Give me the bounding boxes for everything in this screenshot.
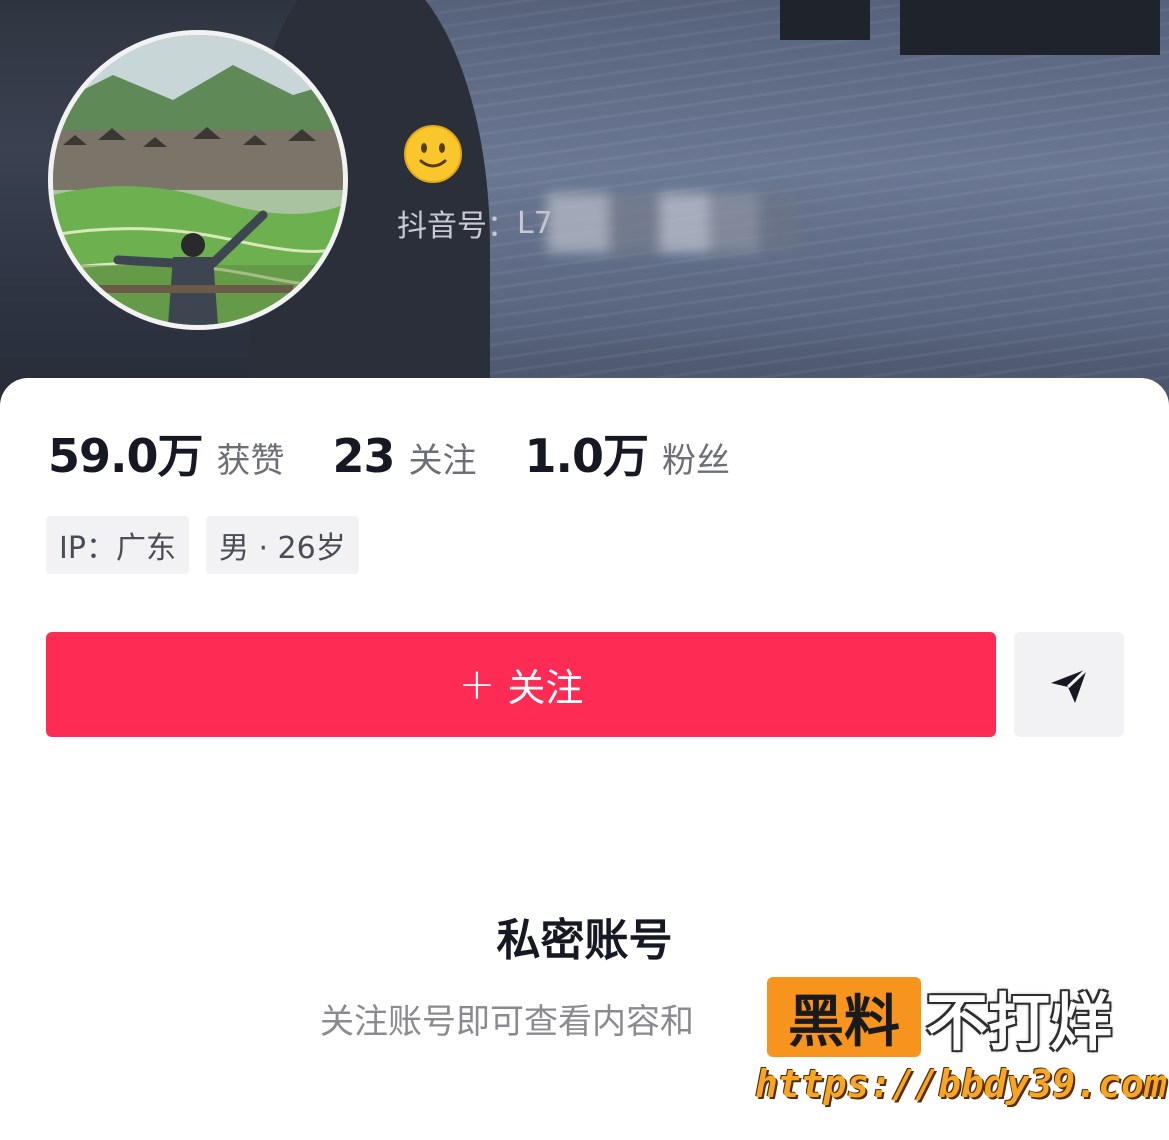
douyin-id[interactable]: 抖音号： L7 (397, 193, 797, 253)
cover-building (780, 0, 870, 40)
stat-likes-label: 获赞 (216, 441, 285, 481)
plus-icon: + (458, 659, 496, 710)
follow-button-label: 关注 (507, 666, 584, 710)
stat-followers-label: 粉丝 (662, 441, 731, 481)
stat-likes-value: 59.0万 (48, 429, 203, 483)
profile-stats: 59.0万 获赞 23 关注 1.0万 粉丝 (48, 420, 778, 486)
send-icon (1051, 667, 1089, 703)
stat-followers[interactable]: 1.0万 粉丝 (525, 420, 731, 486)
watermark-url: https://bbdy39.com (755, 1062, 1167, 1106)
cover-building (900, 0, 1160, 55)
douyin-id-redaction (546, 193, 797, 253)
watermark-text: 不打烊 (926, 986, 1113, 1059)
stat-following-value: 23 (332, 429, 396, 483)
watermark-logo-box: 黑料 (767, 977, 921, 1057)
douyin-id-label: 抖音号： (397, 209, 517, 244)
gender-age-tag: 男 · 26岁 (205, 516, 359, 574)
profile-tags: IP：广东 男 · 26岁 (46, 516, 376, 574)
private-account-title: 私密账号 (496, 915, 673, 966)
stat-following-label: 关注 (408, 441, 477, 481)
stat-likes[interactable]: 59.0万 获赞 (48, 420, 285, 486)
send-message-button[interactable] (1014, 632, 1124, 737)
slightly-smiling-face-icon (403, 124, 463, 184)
private-account-subtitle: 关注账号即可查看内容和 (320, 1002, 694, 1042)
avatar[interactable] (48, 30, 348, 330)
stat-following[interactable]: 23 关注 (333, 429, 477, 483)
ip-location-tag: IP：广东 (46, 516, 189, 574)
stat-followers-value: 1.0万 (524, 429, 649, 483)
follow-button[interactable]: + 关注 (46, 632, 996, 737)
avatar-image (53, 35, 343, 325)
